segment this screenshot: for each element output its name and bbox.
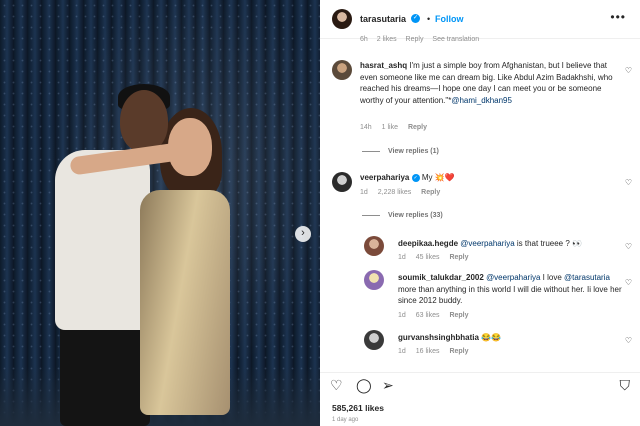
commenter-username[interactable]: soumik_talukdar_2002 xyxy=(398,273,484,282)
comment-text: My xyxy=(421,173,433,182)
like-comment-heart-icon[interactable]: ♡ xyxy=(625,178,632,187)
comment-likes[interactable]: 16 likes xyxy=(416,348,440,355)
carousel-next-button[interactable]: › xyxy=(295,226,311,242)
comment-likes[interactable]: 63 likes xyxy=(416,312,440,319)
reply-button[interactable]: Reply xyxy=(421,189,440,196)
comment-time: 1d xyxy=(398,312,406,319)
reply-button[interactable]: Reply xyxy=(406,36,424,43)
comment-time: 1d xyxy=(360,189,368,196)
comment-icon[interactable]: ◯ xyxy=(356,377,372,394)
mention-link[interactable]: @veerpahariya xyxy=(460,239,514,248)
cut-off-comment-meta: 6h 2 likes Reply See translation xyxy=(360,36,486,43)
author-username[interactable]: tarasutaria xyxy=(360,14,406,24)
replies-divider xyxy=(362,150,380,152)
comment-body: veerpahariya ✓ My 💥❤️ xyxy=(360,172,622,184)
author-avatar[interactable] xyxy=(332,9,352,29)
comment-meta: 1d 45 likes Reply xyxy=(398,254,477,261)
post-timestamp[interactable]: 1 day ago xyxy=(332,417,358,423)
header-separator: • xyxy=(427,14,431,24)
comment-body: deepikaa.hegde @veerpahariya is that tru… xyxy=(398,238,624,250)
commenter-username[interactable]: deepikaa.hegde xyxy=(398,239,458,248)
comment-time: 1d xyxy=(398,254,406,261)
comment-likes[interactable]: 2,228 likes xyxy=(378,189,411,196)
post-header: tarasutaria ✓ • Follow ••• xyxy=(320,0,640,39)
woman-figure-dress xyxy=(140,190,230,415)
comment-meta: 1d 63 likes Reply xyxy=(398,312,477,319)
comment-emoji: 👀 xyxy=(572,239,582,248)
comment-meta: 14h 1 like Reply xyxy=(360,124,435,131)
see-translation-link[interactable]: See translation xyxy=(432,36,479,43)
view-replies-label: View replies (1) xyxy=(388,148,439,155)
comment-emoji: 😂😂 xyxy=(481,333,502,342)
replies-divider xyxy=(362,214,380,216)
mention-link[interactable]: @hami_dkhan95 xyxy=(451,96,512,105)
verified-icon: ✓ xyxy=(411,173,420,182)
more-options-icon[interactable]: ••• xyxy=(610,10,626,24)
follow-button[interactable]: Follow xyxy=(435,14,464,24)
post-likes-count[interactable]: 585,261 likes xyxy=(332,403,384,413)
reply-button[interactable]: Reply xyxy=(449,312,468,319)
commenter-avatar[interactable] xyxy=(364,270,384,290)
reply-button[interactable]: Reply xyxy=(408,124,427,131)
comment-time: 6h xyxy=(360,36,368,43)
reply-button[interactable]: Reply xyxy=(449,254,468,261)
view-replies-button[interactable]: View replies (1) xyxy=(362,148,439,155)
man-figure-head xyxy=(120,90,168,152)
verified-icon: ✓ xyxy=(411,14,420,23)
man-figure-shirt xyxy=(55,150,150,330)
comment-text: more than anything in this world I will … xyxy=(398,284,622,306)
commenter-username[interactable]: gurvanshsinghbhatia xyxy=(398,333,479,342)
like-comment-heart-icon[interactable]: ♡ xyxy=(625,242,632,251)
commenter-avatar[interactable] xyxy=(364,236,384,256)
like-comment-heart-icon[interactable]: ♡ xyxy=(625,278,632,287)
comment-likes[interactable]: 2 likes xyxy=(377,36,397,43)
commenter-avatar[interactable] xyxy=(332,172,352,192)
share-icon[interactable]: ➢ xyxy=(382,377,394,394)
comment-body: hasrat_ashq I'm just a simple boy from A… xyxy=(360,60,622,106)
comment-time: 1d xyxy=(398,348,406,355)
commenter-username[interactable]: hasrat_ashq xyxy=(360,61,407,70)
comment-meta: 1d 16 likes Reply xyxy=(398,348,477,355)
mention-link[interactable]: @tarasutaria xyxy=(564,273,610,282)
commenter-username[interactable]: veerpahariya xyxy=(360,173,409,182)
comments-panel: tarasutaria ✓ • Follow ••• 6h 2 likes Re… xyxy=(320,0,640,426)
comment-body: soumik_talukdar_2002 @veerpahariya I lov… xyxy=(398,272,624,307)
comment-likes[interactable]: 1 like xyxy=(382,124,398,131)
comment-emoji: 💥❤️ xyxy=(434,173,455,182)
comment-text: is that trueee ? xyxy=(516,239,570,248)
like-icon[interactable]: ♡ xyxy=(330,377,343,394)
commenter-avatar[interactable] xyxy=(364,330,384,350)
view-replies-button[interactable]: View replies (33) xyxy=(362,212,443,219)
comment-body: gurvanshsinghbhatia 😂😂 xyxy=(398,332,624,344)
post-action-bar: ♡ ◯ ➢ ⛉ xyxy=(320,372,640,397)
view-replies-label: View replies (33) xyxy=(388,212,443,219)
reply-button[interactable]: Reply xyxy=(449,348,468,355)
comment-meta: 1d 2,228 likes Reply xyxy=(360,189,448,196)
like-comment-heart-icon[interactable]: ♡ xyxy=(625,66,632,75)
comment-text: I love xyxy=(542,273,562,282)
comment-likes[interactable]: 45 likes xyxy=(416,254,440,261)
mention-link[interactable]: @veerpahariya xyxy=(486,273,540,282)
like-comment-heart-icon[interactable]: ♡ xyxy=(625,336,632,345)
post-photo[interactable]: › xyxy=(0,0,320,426)
commenter-avatar[interactable] xyxy=(332,60,352,80)
save-icon[interactable]: ⛉ xyxy=(620,377,631,394)
comment-time: 14h xyxy=(360,124,372,131)
